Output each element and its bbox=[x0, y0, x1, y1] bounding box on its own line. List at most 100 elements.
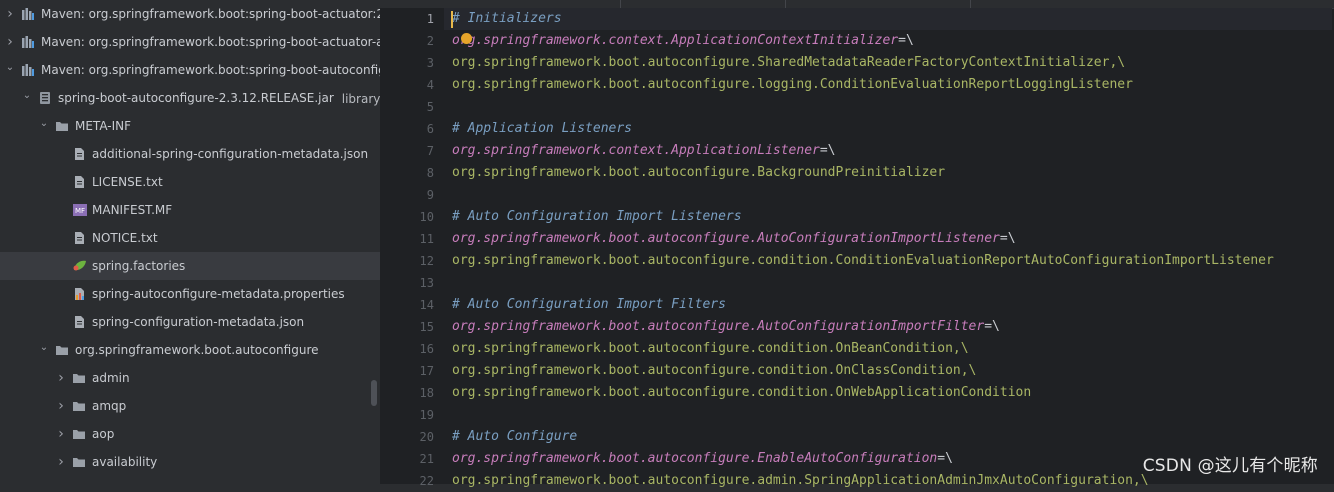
token-val: org.springframework.boot.autoconfigure.c… bbox=[452, 253, 1274, 268]
line-number: 3 bbox=[426, 56, 434, 70]
tree-item-label: org.springframework.boot.autoconfigure bbox=[75, 343, 319, 357]
code-line[interactable]: org.springframework.boot.autoconfigure.a… bbox=[452, 470, 1149, 492]
line-number: 22 bbox=[419, 474, 434, 488]
chevron-down-icon[interactable]: ⌄ bbox=[21, 89, 33, 101]
line-number: 12 bbox=[419, 254, 434, 268]
code-area[interactable]: # Initializers org.springframework.contex… bbox=[444, 8, 1332, 488]
token-key: org.springframework.boot.autoconfigure.A… bbox=[452, 319, 985, 334]
spring-icon bbox=[72, 259, 86, 273]
tree-item-label: Maven: org.springframework.boot:spring-b… bbox=[41, 63, 380, 77]
line-number: 21 bbox=[419, 452, 434, 466]
text-caret bbox=[451, 11, 453, 28]
watermark: CSDN @这儿有个昵称 bbox=[1142, 456, 1318, 476]
chevron-down-icon[interactable]: ⌄ bbox=[4, 61, 16, 73]
tree-item-org-springframework-boot-autoconfigure[interactable]: ⌄ org.springframework.boot.autoconfigure bbox=[0, 336, 380, 364]
tree-item-spring-boot-autoconfigure-2-3-12-release[interactable]: ⌄ spring-boot-autoconfigure-2.3.12.RELEAS… bbox=[0, 84, 380, 112]
chevron-down-icon[interactable]: ⌄ bbox=[38, 117, 50, 129]
tree-item-label: availability bbox=[92, 455, 158, 469]
chevron-right-icon[interactable]: › bbox=[55, 454, 67, 470]
tree-item-meta-inf[interactable]: ⌄ META-INF bbox=[0, 112, 380, 140]
code-line[interactable]: org.springframework.boot.autoconfigure.c… bbox=[452, 382, 1031, 404]
line-number: 9 bbox=[426, 188, 434, 202]
chevron-down-icon[interactable]: ⌄ bbox=[38, 341, 50, 353]
tree-scrollbar-thumb[interactable] bbox=[371, 380, 377, 406]
code-line[interactable]: org.springframework.boot.autoconfigure.c… bbox=[452, 250, 1274, 272]
tree-item-spring-autoconfigure-metadata-properties[interactable]: spring-autoconfigure-metadata.properties bbox=[0, 280, 380, 308]
code-line[interactable]: org.springframework.context.ApplicationC… bbox=[452, 30, 914, 52]
code-line[interactable]: org.springframework.boot.autoconfigure.A… bbox=[452, 316, 1000, 338]
tree-item-label: admin bbox=[92, 371, 130, 385]
svg-text:MF: MF bbox=[75, 207, 85, 215]
library-icon bbox=[21, 35, 35, 49]
project-tree: › Maven: org.springframework.boot:spring-… bbox=[0, 0, 380, 484]
line-number: 5 bbox=[426, 100, 434, 114]
tree-item-manifest-mf[interactable]: MF MANIFEST.MF bbox=[0, 196, 380, 224]
code-line[interactable]: # Auto Configure bbox=[452, 426, 577, 448]
folder-icon bbox=[55, 119, 69, 133]
chevron-right-icon[interactable]: › bbox=[4, 6, 16, 22]
token-comment: # Auto Configuration Import Filters bbox=[452, 297, 726, 312]
tree-item-notice-txt[interactable]: NOTICE.txt bbox=[0, 224, 380, 252]
code-line[interactable]: # Initializers bbox=[444, 8, 1332, 30]
code-line[interactable]: org.springframework.boot.autoconfigure.c… bbox=[452, 338, 969, 360]
code-line[interactable]: # Application Listeners bbox=[452, 118, 632, 140]
token-key: org.springframework.boot.autoconfigure.A… bbox=[452, 231, 1000, 246]
token-val: org.springframework.boot.autoconfigure.c… bbox=[452, 363, 977, 378]
tree-item-label: additional-spring-configuration-metadata… bbox=[92, 147, 369, 161]
chevron-right-icon[interactable]: › bbox=[55, 370, 67, 386]
intention-bulb-icon[interactable] bbox=[461, 33, 472, 44]
tree-item-label: spring.factories bbox=[92, 259, 186, 273]
tree-item-maven-org-springframework-boot-spring-bo[interactable]: ⌄ Maven: org.springframework.boot:spring-… bbox=[0, 56, 380, 84]
chevron-right-icon[interactable]: › bbox=[4, 34, 16, 50]
tree-item-label: NOTICE.txt bbox=[92, 231, 158, 245]
line-number: 18 bbox=[419, 386, 434, 400]
tree-item-admin[interactable]: › admin bbox=[0, 364, 380, 392]
token-val: org.springframework.boot.autoconfigure.l… bbox=[452, 77, 1133, 92]
token-val: org.springframework.boot.autoconfigure.c… bbox=[452, 385, 1032, 400]
tree-item-maven-org-springframework-boot-spring-bo[interactable]: › Maven: org.springframework.boot:spring-… bbox=[0, 0, 380, 28]
code-line[interactable]: org.springframework.boot.autoconfigure.l… bbox=[452, 74, 1133, 96]
tree-item-label: Maven: org.springframework.boot:spring-b… bbox=[41, 7, 380, 21]
line-number: 2 bbox=[426, 34, 434, 48]
line-number: 6 bbox=[426, 122, 434, 136]
tree-item-maven-org-springframework-boot-spring-bo[interactable]: › Maven: org.springframework.boot:spring-… bbox=[0, 28, 380, 56]
line-number: 15 bbox=[419, 320, 434, 334]
code-line[interactable]: org.springframework.boot.autoconfigure.A… bbox=[452, 228, 1016, 250]
tree-item-license-txt[interactable]: LICENSE.txt bbox=[0, 168, 380, 196]
tree-item-amqp[interactable]: › amqp bbox=[0, 392, 380, 420]
tree-item-label: amqp bbox=[92, 399, 127, 413]
chevron-right-icon[interactable]: › bbox=[55, 426, 67, 442]
token-op: =\ bbox=[819, 143, 836, 158]
tree-item-additional-spring-configuration-metadata[interactable]: additional-spring-configuration-metadata… bbox=[0, 140, 380, 168]
code-line[interactable]: org.springframework.context.ApplicationL… bbox=[452, 140, 836, 162]
token-op: =\ bbox=[898, 33, 914, 48]
token-val: org.springframework.boot.autoconfigure.a… bbox=[452, 473, 1149, 488]
code-line[interactable]: # Auto Configuration Import Listeners bbox=[452, 206, 742, 228]
line-number: 13 bbox=[419, 276, 434, 290]
tree-item-aop[interactable]: › aop bbox=[0, 420, 380, 448]
tree-item-label: spring-configuration-metadata.json bbox=[92, 315, 305, 329]
editor-pane: 1 2 3 4 5 6 7 8 9 10 11 12 13 14 15 16 17 18 19 20 21 22 # In… bbox=[380, 0, 1334, 488]
jar-icon bbox=[38, 91, 52, 105]
token-comment: # Auto Configuration Import Listeners bbox=[452, 209, 742, 224]
file-icon bbox=[72, 231, 86, 245]
file-icon bbox=[72, 315, 86, 329]
code-line[interactable]: org.springframework.boot.autoconfigure.E… bbox=[452, 448, 953, 470]
tree-item-spring-configuration-metadata-json[interactable]: spring-configuration-metadata.json bbox=[0, 308, 380, 336]
tree-item-hint: library根目录 bbox=[341, 91, 380, 106]
code-line[interactable]: org.springframework.boot.autoconfigure.S… bbox=[452, 52, 1125, 74]
line-number: 7 bbox=[426, 144, 434, 158]
tree-item-availability[interactable]: › availability bbox=[0, 448, 380, 476]
line-number: 1 bbox=[426, 12, 434, 26]
tree-item-spring-factories[interactable]: spring.factories bbox=[0, 252, 380, 280]
tree-item-batch[interactable]: ›batch bbox=[0, 476, 380, 484]
token-op: =\ bbox=[937, 451, 953, 466]
chevron-right-icon[interactable]: › bbox=[55, 398, 67, 414]
code-line[interactable]: org.springframework.boot.autoconfigure.c… bbox=[452, 360, 976, 382]
code-line[interactable]: org.springframework.boot.autoconfigure.B… bbox=[452, 162, 945, 184]
code-line[interactable]: # Auto Configuration Import Filters bbox=[452, 294, 726, 316]
